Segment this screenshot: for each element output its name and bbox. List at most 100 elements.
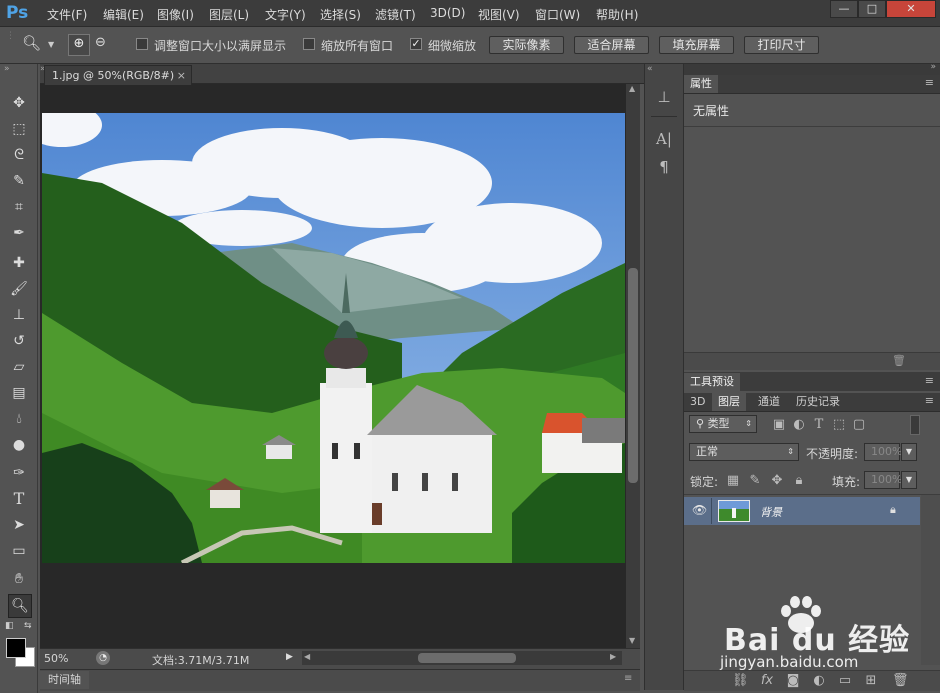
zoom-all-windows-checkbox[interactable] (303, 38, 315, 50)
history-brush-tool-icon[interactable]: ↺ (8, 330, 30, 352)
adjustment-filter-icon[interactable]: ◐ (792, 417, 806, 432)
status-info-icon[interactable]: ◔ (96, 651, 110, 665)
fill-screen-button[interactable]: 填充屏幕 (659, 36, 734, 54)
status-menu-arrow-icon[interactable]: ▶ (286, 652, 293, 662)
close-tab-icon[interactable]: × (177, 66, 186, 85)
vertical-scroll-thumb[interactable] (628, 268, 638, 483)
timeline-tab[interactable]: 时间轴 (40, 671, 89, 689)
add-mask-icon[interactable]: ◙ (786, 673, 800, 688)
layers-scrollbar[interactable] (921, 495, 940, 665)
quick-select-tool-icon[interactable]: ✎ (8, 170, 30, 192)
menu-view[interactable]: 视图(V) (478, 6, 520, 23)
actual-pixels-button[interactable]: 实际像素 (489, 36, 564, 54)
fx-icon[interactable]: fx (760, 673, 774, 688)
character-panel-icon[interactable]: A| (654, 130, 674, 148)
tab-channels[interactable]: 通道 (752, 393, 786, 411)
link-layers-icon[interactable]: ⛓︎ (732, 673, 749, 688)
menu-3d[interactable]: 3D(D) (430, 6, 465, 20)
adjustment-layer-icon[interactable]: ◐ (812, 673, 826, 688)
panel-menu-icon[interactable]: ≡ (925, 394, 934, 407)
eyedropper-tool-icon[interactable]: ✒ (8, 222, 30, 244)
lock-all-icon[interactable]: 🔒︎ (792, 473, 806, 488)
zoom-out-icon[interactable]: ⊖ (95, 35, 106, 50)
chevron-down-icon[interactable]: ▼ (48, 40, 54, 49)
tab-layers[interactable]: 图层 (712, 393, 746, 411)
path-select-tool-icon[interactable]: ➤ (8, 514, 30, 536)
zoom-tool-preset-icon[interactable]: 🔍︎ (22, 34, 41, 52)
menu-filter[interactable]: 滤镜(T) (375, 6, 416, 23)
menu-image[interactable]: 图像(I) (157, 6, 194, 23)
fill-field[interactable]: 100% (864, 471, 902, 489)
hand-tool-icon[interactable]: ✋︎ (8, 568, 30, 590)
shape-filter-icon[interactable]: ⬚ (832, 417, 846, 432)
move-tool-icon[interactable]: ✥ (8, 92, 30, 114)
foreground-color-swatch[interactable] (6, 638, 26, 658)
tab-properties[interactable]: 属性 (684, 75, 718, 93)
horizontal-scrollbar[interactable]: ◀ ▶ (302, 651, 622, 665)
collapse-icon[interactable]: » (930, 62, 936, 72)
resize-windows-checkbox[interactable] (136, 38, 148, 50)
rectangle-tool-icon[interactable]: ▭ (8, 540, 30, 562)
lasso-tool-icon[interactable]: ᘓ (8, 144, 30, 166)
maximize-button[interactable]: □ (858, 0, 886, 18)
eraser-tool-icon[interactable]: ▱ (8, 356, 30, 378)
brush-tool-icon[interactable]: 🖌︎ (8, 278, 30, 300)
zoom-tool-icon[interactable]: 🔍︎ (8, 594, 32, 618)
type-filter-icon[interactable]: T (812, 417, 826, 432)
minimize-button[interactable]: — (830, 0, 858, 18)
lock-position-icon[interactable]: ✥ (770, 473, 784, 488)
visibility-eye-icon[interactable]: 👁︎ (692, 503, 707, 517)
dodge-tool-icon[interactable]: ● (8, 434, 30, 456)
layer-row[interactable]: 👁︎ 背景 🔒︎ (684, 497, 920, 525)
print-size-button[interactable]: 打印尺寸 (744, 36, 819, 54)
clone-stamp-tool-icon[interactable]: ⊥ (8, 304, 30, 326)
scroll-right-icon[interactable]: ▶ (610, 652, 616, 661)
collapse-icon[interactable]: » (4, 64, 10, 74)
opacity-field[interactable]: 100% (864, 443, 902, 461)
paragraph-panel-icon[interactable]: ¶ (654, 158, 674, 176)
blur-tool-icon[interactable]: 💧︎ (8, 408, 30, 430)
layer-name[interactable]: 背景 (760, 504, 782, 520)
smart-object-filter-icon[interactable]: ▢ (852, 417, 866, 432)
default-colors-icon[interactable]: ◧ (5, 621, 14, 631)
scroll-up-icon[interactable]: ▲ (629, 84, 635, 93)
menu-window[interactable]: 窗口(W) (535, 6, 580, 23)
menu-file[interactable]: 文件(F) (47, 6, 87, 23)
document-tab[interactable]: 1.jpg @ 50%(RGB/8#) × (44, 65, 192, 85)
opacity-dropdown-icon[interactable]: ▼ (901, 443, 917, 461)
close-button[interactable]: ✕ (886, 0, 936, 18)
zoom-in-icon[interactable]: ⊕ (68, 34, 90, 56)
type-tool-icon[interactable]: T (8, 488, 30, 510)
horizontal-scroll-thumb[interactable] (418, 653, 516, 663)
menu-select[interactable]: 选择(S) (320, 6, 361, 23)
tab-3d[interactable]: 3D (684, 393, 711, 411)
trash-icon[interactable]: 🗑︎ (892, 673, 909, 688)
tab-tool-presets[interactable]: 工具预设 (684, 373, 740, 391)
blend-mode-select[interactable]: 正常 ⇕ (689, 443, 799, 461)
image-canvas[interactable] (42, 113, 625, 563)
fit-screen-button[interactable]: 适合屏幕 (574, 36, 649, 54)
panel-menu-icon[interactable]: ≡ (624, 673, 632, 684)
marquee-tool-icon[interactable]: ⬚ (8, 118, 30, 140)
pixel-filter-icon[interactable]: ▣ (772, 417, 786, 432)
trash-icon[interactable]: 🗑︎ (892, 354, 906, 367)
clone-source-icon[interactable]: ⊥ (654, 88, 674, 106)
crop-tool-icon[interactable]: ⌗ (8, 196, 30, 218)
menu-edit[interactable]: 编辑(E) (103, 6, 144, 23)
tab-history[interactable]: 历史记录 (790, 393, 846, 411)
swap-colors-icon[interactable]: ⇆ (24, 621, 32, 631)
lock-pixels-icon[interactable]: ✎ (748, 473, 762, 488)
menu-help[interactable]: 帮助(H) (596, 6, 638, 23)
scrubby-zoom-checkbox[interactable]: ✓ (410, 38, 422, 50)
healing-brush-tool-icon[interactable]: ✚ (8, 252, 30, 274)
vertical-scrollbar[interactable]: ▲ ▼ (626, 84, 640, 648)
new-layer-icon[interactable]: ⊞ (864, 673, 878, 688)
lock-transparent-icon[interactable]: ▦ (726, 473, 740, 488)
scroll-left-icon[interactable]: ◀ (304, 652, 310, 661)
zoom-level[interactable]: 50% (44, 652, 68, 665)
menu-layer[interactable]: 图层(L) (209, 6, 249, 23)
gradient-tool-icon[interactable]: ▤ (8, 382, 30, 404)
pen-tool-icon[interactable]: ✑ (8, 462, 30, 484)
panel-menu-icon[interactable]: ≡ (925, 76, 934, 89)
menu-type[interactable]: 文字(Y) (265, 6, 306, 23)
